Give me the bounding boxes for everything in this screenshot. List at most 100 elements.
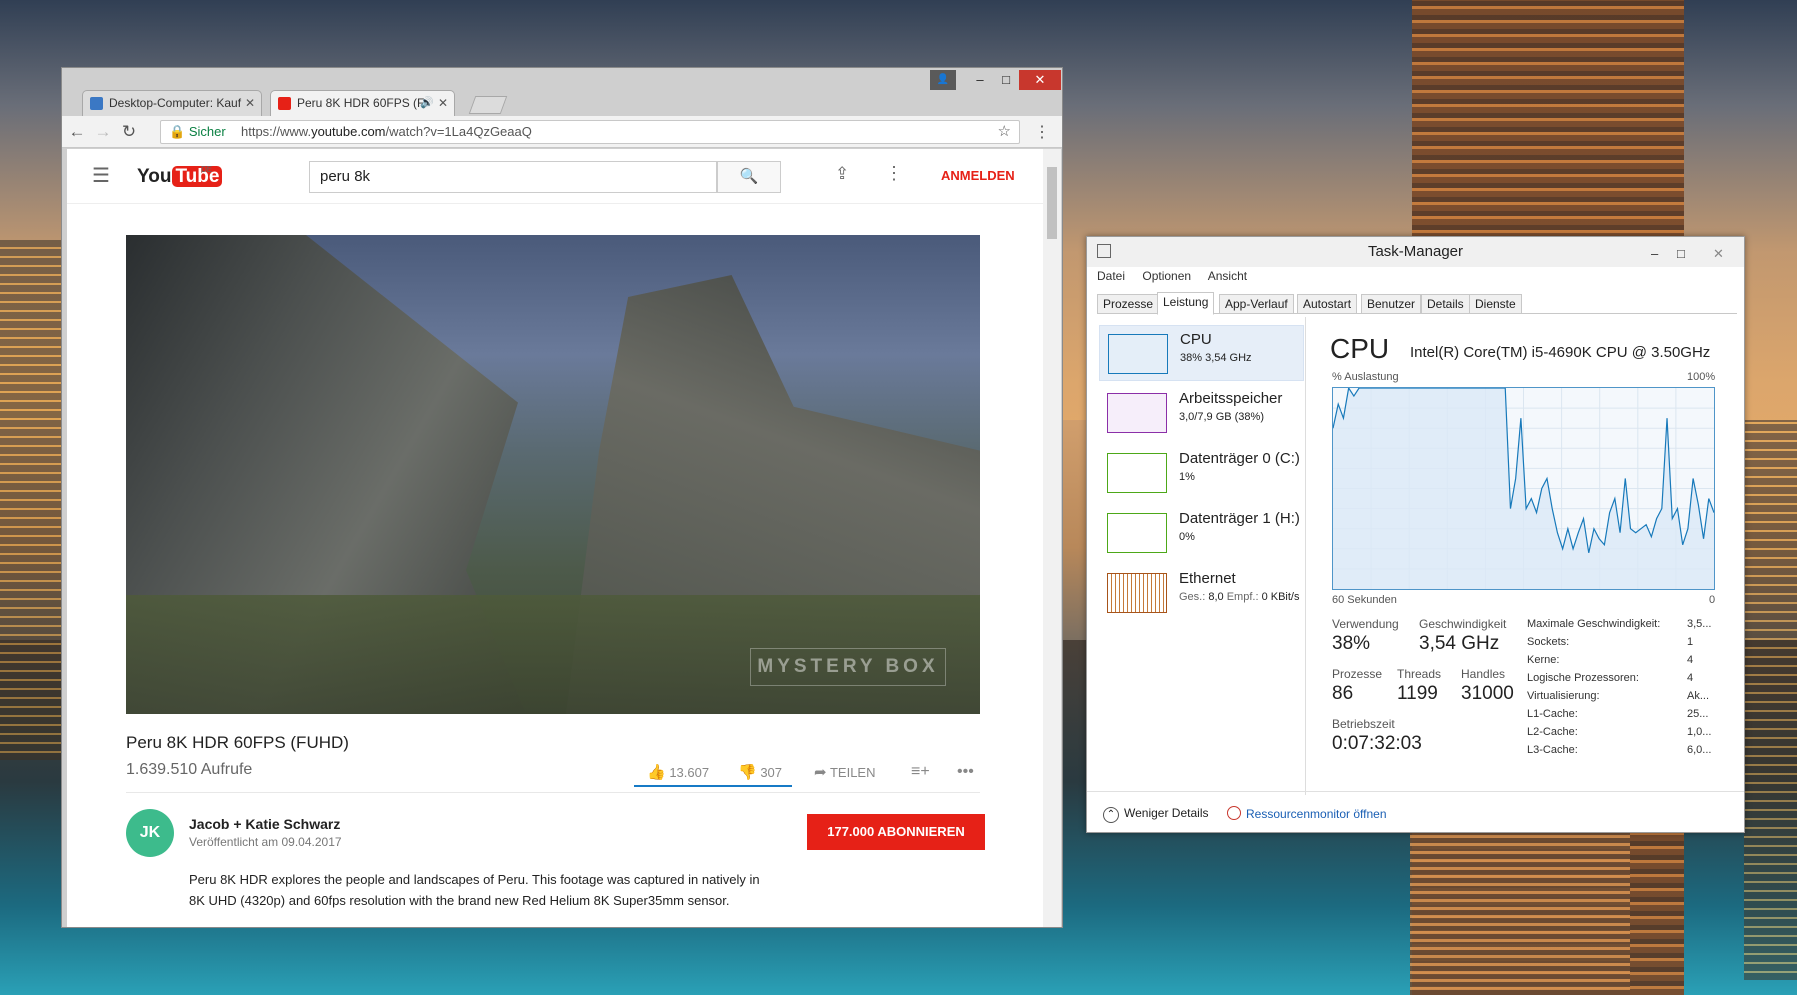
secure-indicator[interactable]: 🔒 Sicher — [169, 121, 226, 143]
tab-benutzer[interactable]: Benutzer — [1361, 294, 1422, 314]
add-to-playlist-icon[interactable]: ≡+ — [911, 763, 930, 781]
spec-label: Maximale Geschwindigkeit: — [1527, 618, 1661, 630]
url-text: https://www.youtube.com/watch?v=1La4QzGe… — [241, 124, 532, 139]
chrome-menu-icon[interactable]: ⋮ — [1034, 122, 1050, 142]
resource-name: Datenträger 0 (C:) — [1179, 450, 1300, 467]
speaker-icon[interactable]: 🔊 — [420, 91, 434, 115]
sign-in-button[interactable]: ANMELDEN — [941, 168, 1015, 183]
search-input[interactable]: peru 8k — [309, 161, 717, 193]
tab-prozesse[interactable]: Prozesse — [1097, 294, 1160, 314]
tab-details[interactable]: Details — [1421, 294, 1470, 314]
more-options-icon[interactable]: ⋮ — [885, 163, 903, 184]
maximize-button[interactable]: □ — [993, 70, 1019, 90]
tab-app-verlauf[interactable]: App-Verlauf — [1219, 294, 1294, 314]
profile-icon[interactable]: 👤 — [930, 70, 956, 90]
spec-value: 1 — [1687, 636, 1694, 648]
resource-memory[interactable]: Arbeitsspeicher 3,0/7,9 GB (38%) — [1099, 385, 1304, 441]
spec-value: 4 — [1687, 654, 1694, 666]
uptime-value: 0:07:32:03 — [1332, 733, 1422, 754]
resource-value: 38% 3,54 GHz — [1180, 352, 1252, 364]
search-button[interactable]: 🔍 — [717, 161, 781, 193]
bookmark-star-icon[interactable]: ☆ — [998, 121, 1011, 143]
region-label: DE — [201, 165, 213, 174]
address-bar[interactable]: 🔒 Sicher https://www.youtube.com/watch?v… — [160, 120, 1020, 144]
resource-monitor-icon — [1227, 806, 1241, 820]
tab-close-icon[interactable]: ✕ — [245, 91, 255, 115]
tab-title: Desktop-Computer: Kauf — [109, 96, 242, 110]
channel-name[interactable]: Jacob + Katie Schwarz — [189, 816, 340, 832]
close-button[interactable]: ✕ — [1019, 70, 1061, 90]
graph-label-bottom-left: 60 Sekunden — [1332, 594, 1397, 606]
page-scrollbar[interactable] — [1043, 149, 1061, 927]
close-button[interactable]: ✕ — [1713, 239, 1724, 269]
spec-label: Sockets: — [1527, 636, 1570, 648]
search-icon: 🔍 — [739, 168, 759, 185]
spec-label: Kerne: — [1527, 654, 1560, 666]
resource-value: Ges.: 8,0 Empf.: 0 KBit/s — [1179, 591, 1300, 603]
tab-dienste[interactable]: Dienste — [1469, 294, 1522, 314]
avatar[interactable]: JK — [126, 809, 174, 857]
back-button[interactable]: ← — [66, 122, 88, 142]
uptime-label: Betriebszeit — [1332, 717, 1395, 731]
new-tab-button[interactable] — [468, 96, 508, 114]
tab-desktop-computer[interactable]: Desktop-Computer: Kauf ✕ — [82, 90, 262, 116]
speed-value: 3,54 GHz — [1419, 633, 1500, 654]
tab-leistung[interactable]: Leistung — [1157, 292, 1215, 315]
minimize-button[interactable]: – — [967, 70, 993, 90]
usage-value: 38% — [1332, 633, 1371, 654]
fewer-details-button[interactable]: ⌃ Weniger Details — [1103, 806, 1208, 823]
task-manager-icon — [1097, 244, 1111, 258]
resource-monitor-link[interactable]: Ressourcenmonitor öffnen — [1227, 806, 1387, 821]
view-count: 1.639.510 Aufrufe — [126, 761, 253, 778]
spec-value: 3,5... — [1687, 618, 1712, 630]
resource-disk0[interactable]: Datenträger 0 (C:) 1% — [1099, 445, 1304, 501]
tab-title: Peru 8K HDR 60FPS (F — [297, 96, 425, 110]
reload-button[interactable]: ↻ — [118, 122, 140, 142]
speed-label: Geschwindigkeit — [1419, 617, 1507, 631]
tab-close-icon[interactable]: ✕ — [438, 91, 448, 115]
menu-bar: Datei Optionen Ansicht — [1097, 269, 1261, 283]
like-ratio-bar — [634, 785, 792, 787]
resource-value: 1% — [1179, 471, 1195, 483]
menu-optionen[interactable]: Optionen — [1142, 269, 1191, 283]
spec-value: 25... — [1687, 708, 1709, 720]
thumbs-up-icon: 👍 — [647, 764, 666, 781]
resource-cpu[interactable]: CPU 38% 3,54 GHz — [1099, 325, 1304, 381]
cpu-usage-graph — [1332, 386, 1715, 590]
resource-disk1[interactable]: Datenträger 1 (H:) 0% — [1099, 505, 1304, 561]
graph-label-bottom-right: 0 — [1709, 594, 1716, 606]
video-player[interactable]: MYSTERY BOX — [126, 235, 980, 714]
resource-ethernet[interactable]: Ethernet Ges.: 8,0 Empf.: 0 KBit/s — [1099, 565, 1304, 621]
maximize-button[interactable]: □ — [1677, 239, 1685, 269]
hamburger-menu-icon[interactable]: ☰ — [92, 163, 110, 188]
memory-thumbnail — [1107, 393, 1167, 433]
cpu-thumbnail — [1108, 334, 1168, 374]
cpu-model: Intel(R) Core(TM) i5-4690K CPU @ 3.50GHz — [1410, 344, 1711, 361]
spec-value: 6,0... — [1687, 744, 1712, 756]
tab-youtube[interactable]: Peru 8K HDR 60FPS (F 🔊 ✕ — [270, 90, 455, 116]
subscribe-button[interactable]: 177.000 ABONNIEREN — [807, 814, 985, 850]
resource-value: 0% — [1179, 531, 1195, 543]
share-button[interactable]: ➦ TEILEN — [814, 763, 875, 781]
dislike-button[interactable]: 👎 307 — [738, 763, 782, 781]
more-actions-icon[interactable]: ••• — [957, 763, 974, 781]
like-button[interactable]: 👍 13.607 — [647, 763, 709, 781]
ethernet-thumbnail — [1107, 573, 1167, 613]
browser-toolbar: ← → ↻ 🔒 Sicher https://www.youtube.com/w… — [62, 116, 1062, 148]
like-ratio-fill — [634, 785, 789, 787]
menu-datei[interactable]: Datei — [1097, 269, 1125, 283]
threads-label: Threads — [1397, 667, 1442, 681]
forward-button[interactable]: → — [92, 122, 114, 142]
task-manager-footer: ⌃ Weniger Details Ressourcenmonitor öffne… — [1087, 791, 1744, 832]
tab-autostart[interactable]: Autostart — [1297, 294, 1358, 314]
cpu-usage-svg — [1332, 386, 1715, 589]
youtube-header: ☰ You Tube DE peru 8k 🔍 ⇪ ⋮ ANMELDEN — [67, 149, 1043, 204]
upload-icon[interactable]: ⇪ — [835, 164, 849, 184]
scrollbar-thumb[interactable] — [1047, 167, 1057, 239]
window-titlebar[interactable]: Task-Manager – □ ✕ — [1087, 237, 1744, 267]
disk0-thumbnail — [1107, 453, 1167, 493]
video-watermark: MYSTERY BOX — [750, 648, 946, 686]
minimize-button[interactable]: – — [1651, 239, 1658, 269]
chevron-up-icon: ⌃ — [1103, 807, 1119, 823]
menu-ansicht[interactable]: Ansicht — [1208, 269, 1247, 283]
